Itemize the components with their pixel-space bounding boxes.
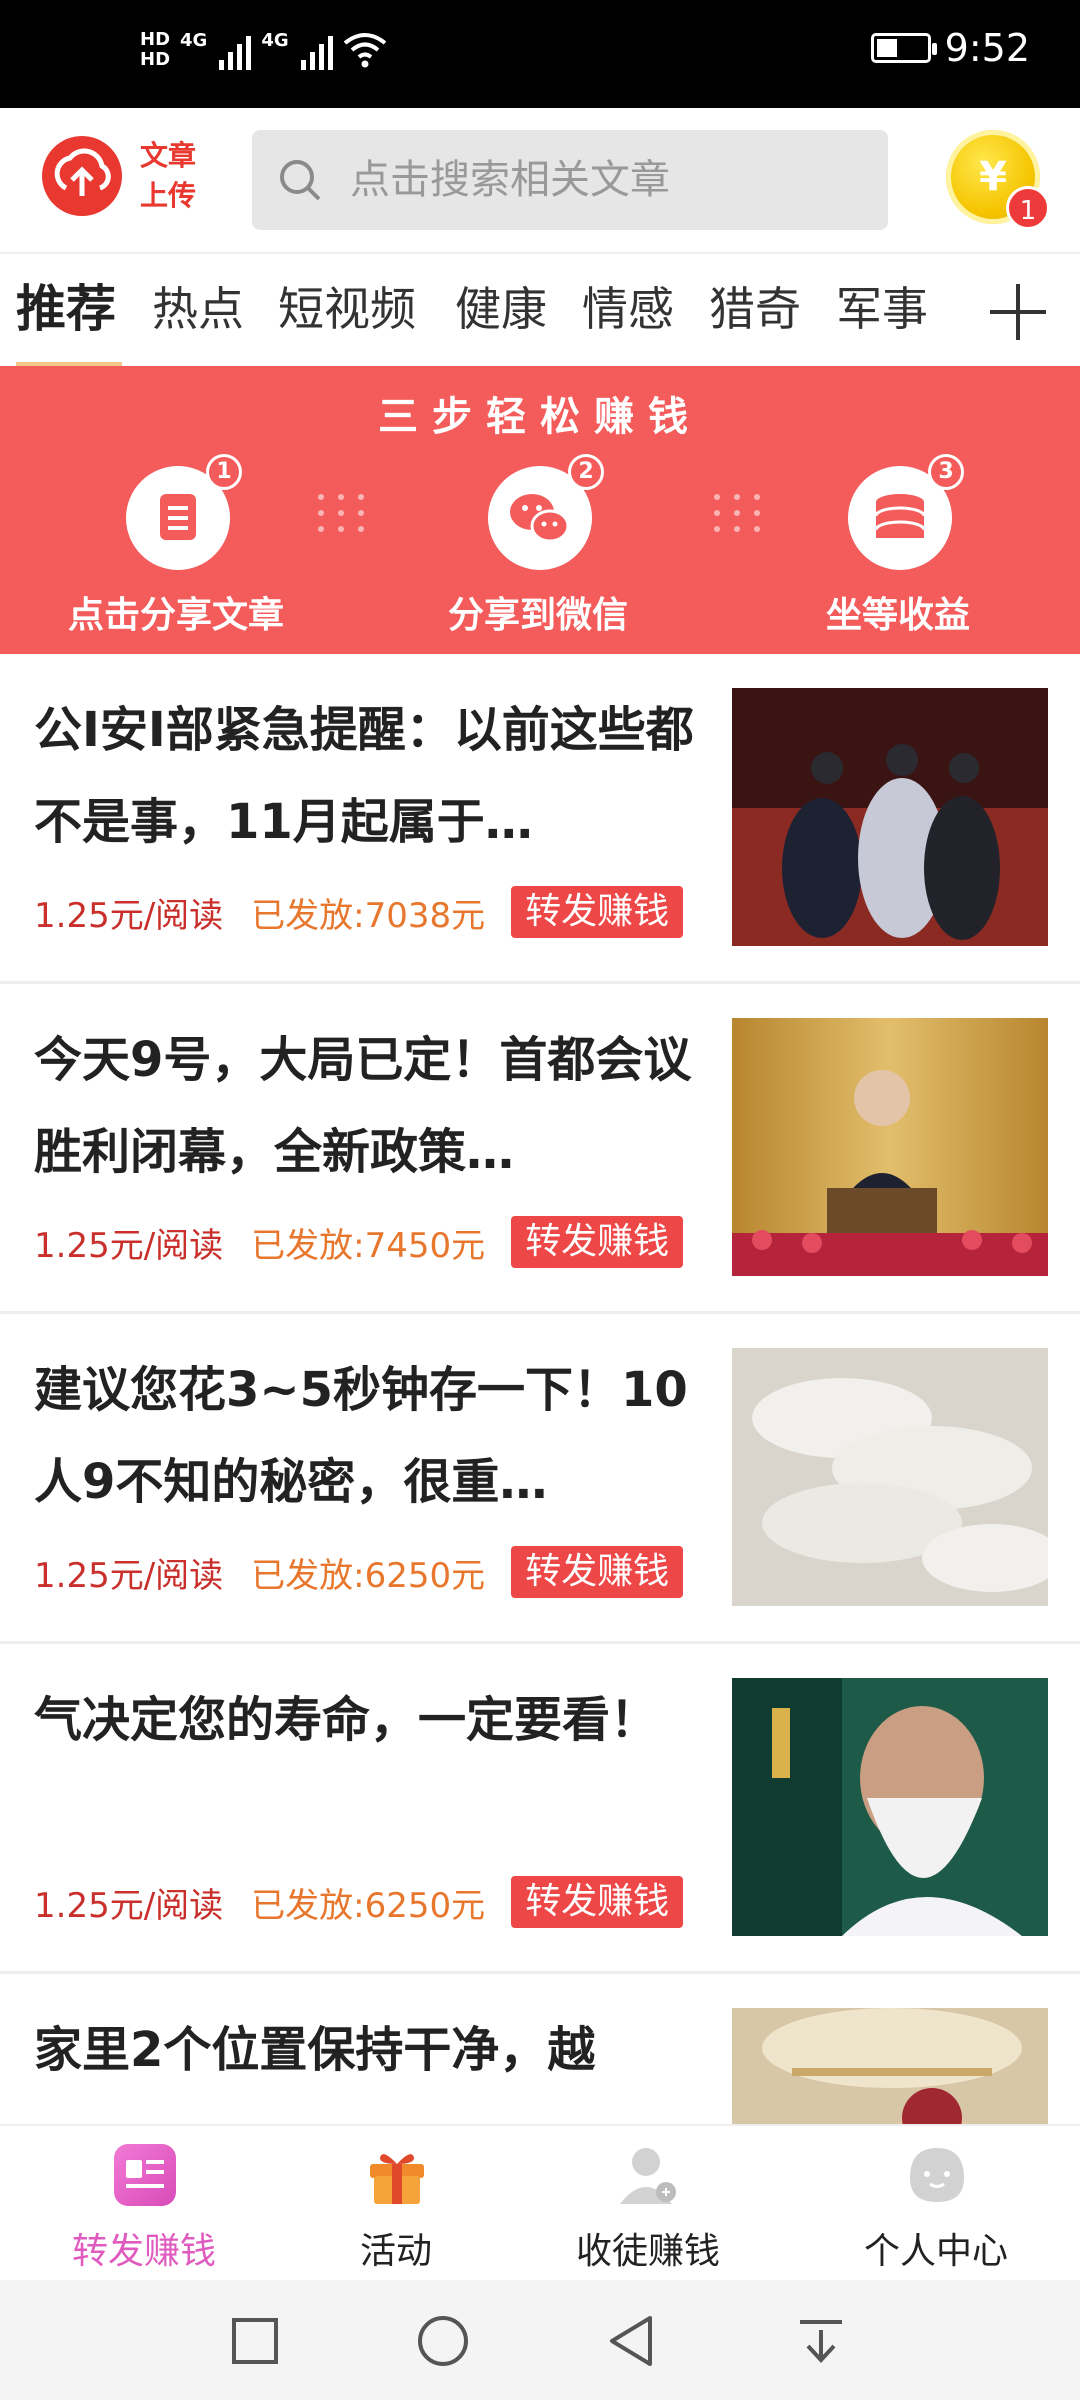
logo-text[interactable]: 文章上传 — [140, 136, 210, 216]
article-title[interactable]: 气决定您的寿命，一定要看！ — [34, 1674, 694, 1858]
step-share-wechat: 2 分享到微信 — [398, 454, 678, 646]
article-title[interactable]: 建议您花3~5秒钟存一下！10人9不知的秘密，很重… — [34, 1344, 694, 1528]
reward-rate: 1.25元/阅读 — [34, 1225, 224, 1266]
paid-total: 已发放:7450元 — [251, 1225, 486, 1266]
nav-label: 转发赚钱 — [71, 2231, 216, 2272]
share-earn-button[interactable]: 转发赚钱 — [511, 1546, 684, 1598]
notification-pulldown-icon[interactable] — [796, 2316, 846, 2366]
step-number: 3 — [928, 454, 964, 490]
clock: 9:52 — [944, 26, 1030, 70]
article-item[interactable]: 气决定您的寿命，一定要看！ 1.25元/阅读 已发放:6250元 转发赚钱 — [0, 1644, 1080, 1974]
article-item[interactable]: 公I安I部紧急提醒：以前这些都不是事，11月起属于… 1.25元/阅读 已发放:… — [0, 654, 1080, 984]
nav-share-earn[interactable]: 转发赚钱 — [34, 2126, 254, 2282]
reward-rate: 1.25元/阅读 — [34, 895, 224, 936]
step-divider-dots — [312, 486, 372, 536]
signal-bars-icon — [219, 30, 252, 70]
news-icon — [114, 2144, 176, 2206]
upload-logo-icon[interactable] — [42, 136, 122, 216]
recent-apps-square-icon[interactable] — [230, 2316, 280, 2366]
share-earn-button[interactable]: 转发赚钱 — [511, 1216, 684, 1268]
signal-bars-icon — [300, 30, 333, 70]
article-thumbnail[interactable] — [732, 1678, 1048, 1936]
network-type-label: 4G — [261, 30, 289, 51]
article-meta: 1.25元/阅读 已发放:6250元 转发赚钱 — [34, 1546, 684, 1598]
nav-profile[interactable]: 个人中心 — [826, 2126, 1046, 2282]
back-triangle-icon[interactable] — [606, 2314, 656, 2368]
bottom-navigation: 转发赚钱 活动 收徒赚钱 个人中心 — [0, 2124, 1080, 2280]
nav-activity[interactable]: 活动 — [286, 2126, 506, 2282]
article-meta: 1.25元/阅读 已发放:6250元 转发赚钱 — [34, 1876, 684, 1928]
step-label: 坐等收益 — [825, 595, 970, 636]
app-header: 文章上传 点击搜索相关文章 ¥ 1 — [0, 108, 1080, 252]
article-item[interactable]: 今天9号，大局已定！首都会议胜利闭幕，全新政策… 1.25元/阅读 已发放:74… — [0, 984, 1080, 1314]
article-title[interactable]: 家里2个位置保持干净，越 — [34, 2004, 694, 2096]
earn-steps-banner[interactable]: 三步轻松赚钱 1 点击分享文章 2 分享到微信 3 坐等收益 — [0, 366, 1080, 654]
profile-face-icon — [910, 2148, 964, 2202]
tab-military[interactable]: 军事 — [836, 254, 928, 364]
article-meta: 1.25元/阅读 已发放:7450元 转发赚钱 — [34, 1216, 684, 1268]
step-collect-earnings: 3 坐等收益 — [758, 454, 1038, 646]
gift-icon — [370, 2154, 424, 2204]
tab-emotion[interactable]: 情感 — [582, 254, 674, 364]
reward-rate: 1.25元/阅读 — [34, 1885, 224, 1926]
tab-hot[interactable]: 热点 — [152, 254, 244, 364]
banner-title: 三步轻松赚钱 — [378, 394, 702, 440]
paid-total: 已发放:6250元 — [251, 1885, 486, 1926]
status-bar: HD HD 4G 4G 9:52 — [0, 0, 1080, 108]
tab-short-video[interactable]: 短视频 — [278, 254, 416, 364]
step-number: 2 — [568, 454, 604, 490]
nav-label: 收徒赚钱 — [575, 2231, 720, 2272]
nav-label: 个人中心 — [863, 2231, 1008, 2272]
battery-icon — [870, 33, 937, 63]
nav-recruit-earn[interactable]: 收徒赚钱 — [538, 2126, 758, 2282]
search-bar[interactable]: 点击搜索相关文章 — [252, 130, 888, 230]
article-thumbnail[interactable] — [732, 1348, 1048, 1606]
system-navigation-bar — [0, 2280, 1080, 2400]
add-user-icon — [620, 2148, 676, 2204]
home-circle-icon[interactable] — [416, 2314, 470, 2368]
step-share-article: 1 点击分享文章 — [36, 454, 316, 646]
paid-total: 已发放:7038元 — [251, 895, 486, 936]
article-title[interactable]: 今天9号，大局已定！首都会议胜利闭幕，全新政策… — [34, 1014, 694, 1198]
search-placeholder: 点击搜索相关文章 — [350, 157, 670, 203]
share-earn-button[interactable]: 转发赚钱 — [511, 1876, 684, 1928]
article-thumbnail[interactable] — [732, 1018, 1048, 1276]
article-item[interactable]: 家里2个位置保持干净，越 — [0, 1974, 1080, 2124]
signal-indicators: HD HD 4G 4G — [140, 30, 387, 70]
article-item[interactable]: 建议您花3~5秒钟存一下！10人9不知的秘密，很重… 1.25元/阅读 已发放:… — [0, 1314, 1080, 1644]
article-thumbnail[interactable] — [732, 2008, 1048, 2124]
paid-total: 已发放:6250元 — [251, 1555, 486, 1596]
status-right: 9:52 — [870, 26, 1030, 70]
network-type-label: 4G — [180, 30, 208, 51]
step-label: 点击分享文章 — [67, 595, 284, 636]
article-title[interactable]: 公I安I部紧急提醒：以前这些都不是事，11月起属于… — [34, 684, 694, 868]
share-earn-button[interactable]: 转发赚钱 — [511, 886, 684, 938]
article-meta: 1.25元/阅读 已发放:7038元 转发赚钱 — [34, 886, 684, 938]
category-tabs: 推荐 热点 短视频 健康 情感 猎奇 军事 — [0, 252, 1080, 366]
cloud-upload-icon — [54, 148, 111, 196]
tab-health[interactable]: 健康 — [455, 254, 547, 364]
reward-rate: 1.25元/阅读 — [34, 1555, 224, 1596]
add-tab-plus-icon[interactable] — [990, 284, 1046, 340]
step-number: 1 — [206, 454, 242, 490]
tab-recommend[interactable]: 推荐 — [16, 254, 116, 364]
wifi-icon — [343, 33, 386, 68]
step-label: 分享到微信 — [447, 595, 628, 636]
coin-notification-badge: 1 — [1006, 186, 1050, 230]
search-icon — [280, 160, 321, 201]
tab-curious[interactable]: 猎奇 — [709, 254, 801, 364]
hd-indicator: HD HD — [140, 29, 171, 70]
nav-label: 活动 — [359, 2231, 432, 2272]
article-thumbnail[interactable] — [732, 688, 1048, 946]
